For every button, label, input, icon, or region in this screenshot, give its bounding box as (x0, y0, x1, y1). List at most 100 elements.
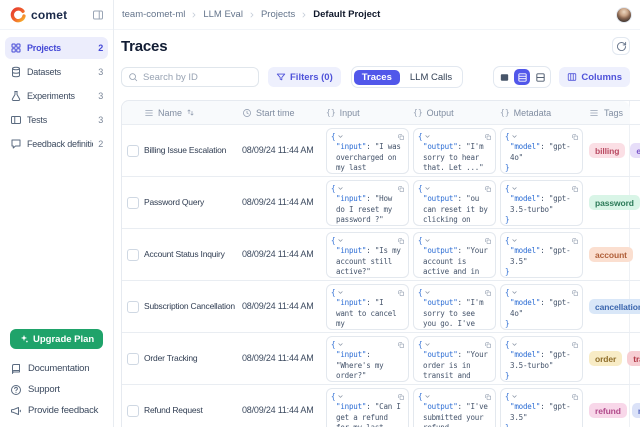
trace-name[interactable]: Order Tracking (144, 353, 201, 363)
copy-icon[interactable] (397, 237, 405, 245)
column-header-tags[interactable]: Tags (587, 108, 640, 118)
trace-name[interactable]: Refund Request (144, 405, 207, 415)
row-checkbox[interactable] (127, 405, 139, 417)
output-json-cell[interactable]: { "output": "I'm sorry to see you go. I'… (413, 284, 496, 330)
tab-traces[interactable]: Traces (354, 70, 400, 85)
copy-icon[interactable] (397, 341, 405, 349)
metadata-json-cell[interactable]: { "model": "gpt-3.5" } (500, 388, 583, 427)
row-height-large-button[interactable] (532, 69, 548, 85)
filters-button[interactable]: Filters (0) (268, 67, 341, 87)
chevron-down-icon[interactable] (424, 341, 431, 348)
chevron-down-icon[interactable] (337, 185, 344, 192)
sidebar-item-datasets[interactable]: Datasets 3 (5, 61, 108, 83)
copy-icon[interactable] (397, 289, 405, 297)
copy-icon[interactable] (397, 133, 405, 141)
chevron-down-icon[interactable] (511, 237, 518, 244)
column-header-input[interactable]: {} Input (326, 101, 413, 124)
row-checkbox[interactable] (127, 301, 139, 313)
copy-icon[interactable] (571, 289, 579, 297)
chevron-down-icon[interactable] (337, 393, 344, 400)
copy-icon[interactable] (571, 341, 579, 349)
trace-name[interactable]: Subscription Cancellation (144, 301, 239, 311)
copy-icon[interactable] (571, 185, 579, 193)
copy-icon[interactable] (571, 393, 579, 401)
metadata-json-cell[interactable]: { "model": "gpt-3.5" } (500, 232, 583, 278)
input-json-cell[interactable]: { "input": "Can I get a refund for my la… (326, 388, 409, 427)
column-header-output[interactable]: {} Output (413, 101, 500, 124)
tab-llm-calls[interactable]: LLM Calls (402, 70, 460, 85)
select-all-checkbox[interactable] (127, 107, 139, 119)
chevron-down-icon[interactable] (424, 393, 431, 400)
output-json-cell[interactable]: { "output": "Your order is in transit an… (413, 336, 496, 382)
copy-icon[interactable] (484, 289, 492, 297)
trace-name[interactable]: Account Status Inquiry (144, 249, 229, 259)
metadata-json-cell[interactable]: { "model": "gpt-4o" } (500, 284, 583, 330)
row-checkbox[interactable] (127, 145, 139, 157)
input-json-cell[interactable]: { "input": "Where's my order?" } (326, 336, 409, 382)
chevron-down-icon[interactable] (337, 289, 344, 296)
chevron-down-icon[interactable] (511, 289, 518, 296)
tag-chip[interactable]: escalation (630, 143, 640, 158)
row-checkbox[interactable] (127, 353, 139, 365)
metadata-json-cell[interactable]: { "model": "gpt-4o" } (500, 128, 583, 174)
chevron-down-icon[interactable] (424, 289, 431, 296)
search-box[interactable] (121, 67, 259, 87)
tag-chip[interactable]: request (632, 403, 640, 418)
output-json-cell[interactable]: { "output": "Your account is active and … (413, 232, 496, 278)
upgrade-plan-button[interactable]: Upgrade Plan (10, 329, 103, 349)
row-height-medium-button[interactable] (514, 69, 530, 85)
tag-chip[interactable]: password (589, 195, 640, 210)
input-json-cell[interactable]: { "input": "How do I reset my password ?… (326, 180, 409, 226)
tag-chip[interactable]: billing (589, 143, 625, 158)
trace-name[interactable]: Password Query (144, 197, 208, 207)
breadcrumb-workspace[interactable]: team-comet-ml (122, 9, 185, 20)
copy-icon[interactable] (484, 185, 492, 193)
sidebar-item-support[interactable]: Support (0, 379, 113, 400)
sidebar-item-feedback-definitions[interactable]: Feedback definitions 2 (5, 133, 108, 155)
breadcrumb-projects[interactable]: Projects (261, 9, 295, 20)
chevron-down-icon[interactable] (424, 185, 431, 192)
output-json-cell[interactable]: { "output": "I've submitted your refund … (413, 388, 496, 427)
sidebar-item-projects[interactable]: Projects 2 (5, 37, 108, 59)
copy-icon[interactable] (484, 341, 492, 349)
chevron-down-icon[interactable] (337, 133, 344, 140)
chevron-down-icon[interactable] (337, 341, 344, 348)
chevron-down-icon[interactable] (511, 393, 518, 400)
copy-icon[interactable] (571, 237, 579, 245)
tag-chip[interactable]: refund (589, 403, 627, 418)
input-json-cell[interactable]: { "input": "I was overcharged on my last… (326, 128, 409, 174)
output-json-cell[interactable]: { "output": "I'm sorry to hear that. Let… (413, 128, 496, 174)
input-json-cell[interactable]: { "input": "I want to cancel my subscrip… (326, 284, 409, 330)
chevron-down-icon[interactable] (511, 341, 518, 348)
chevron-down-icon[interactable] (424, 237, 431, 244)
row-checkbox[interactable] (127, 197, 139, 209)
tag-chip[interactable]: account (589, 247, 633, 262)
row-height-small-button[interactable] (496, 69, 512, 85)
sidebar-item-documentation[interactable]: Documentation (0, 358, 113, 379)
sidebar-item-tests[interactable]: Tests 3 (5, 109, 108, 131)
copy-icon[interactable] (484, 133, 492, 141)
sidebar-collapse-icon[interactable] (92, 9, 104, 21)
metadata-json-cell[interactable]: { "model": "gpt-3.5-turbo" } (500, 180, 583, 226)
breadcrumb-llm-eval[interactable]: LLM Eval (203, 9, 243, 20)
search-input[interactable] (143, 72, 252, 83)
tag-chip[interactable]: order (589, 351, 622, 366)
column-header-name[interactable]: Name (144, 108, 242, 118)
tag-chip[interactable]: cancellation (589, 299, 640, 314)
user-avatar[interactable] (616, 7, 632, 23)
column-header-metadata[interactable]: {} Metadata (500, 101, 587, 124)
chevron-down-icon[interactable] (511, 185, 518, 192)
refresh-button[interactable] (612, 37, 630, 55)
copy-icon[interactable] (571, 133, 579, 141)
trace-name[interactable]: Billing Issue Escalation (144, 145, 230, 155)
tag-chip[interactable]: tracking (627, 351, 640, 366)
metadata-json-cell[interactable]: { "model": "gpt-3.5-turbo" } (500, 336, 583, 382)
chevron-down-icon[interactable] (337, 237, 344, 244)
copy-icon[interactable] (484, 393, 492, 401)
chevron-down-icon[interactable] (511, 133, 518, 140)
copy-icon[interactable] (484, 237, 492, 245)
sort-icon[interactable] (186, 108, 195, 117)
output-json-cell[interactable]: { "output": "ou can reset it by clicking… (413, 180, 496, 226)
columns-button[interactable]: Columns (559, 67, 630, 87)
chevron-down-icon[interactable] (424, 133, 431, 140)
